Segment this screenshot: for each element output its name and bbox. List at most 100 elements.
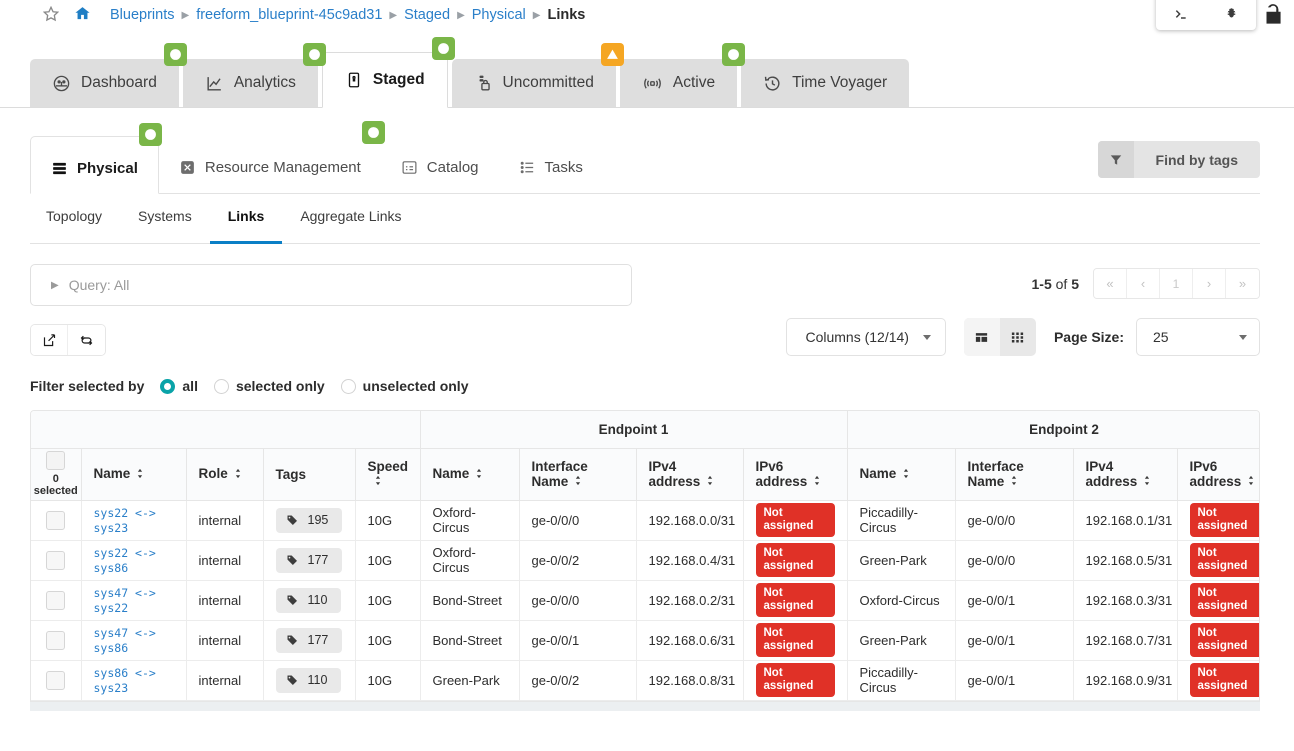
secondary-tab-label: Physical	[77, 160, 138, 177]
next-page-button[interactable]: ›	[1193, 269, 1226, 298]
sort-arrows-icon[interactable]	[574, 474, 582, 489]
filter-radio-unselected-only[interactable]: unselected only	[341, 378, 469, 394]
table-view-icon[interactable]	[964, 318, 1000, 356]
tag-chip[interactable]: 177	[276, 548, 343, 573]
filter-radio-selected-only[interactable]: selected only	[214, 378, 325, 394]
column-header-3-speed[interactable]: Speed	[355, 448, 420, 500]
table-row[interactable]: sys47 <-> sys22internal11010GBond-Street…	[31, 580, 1260, 620]
sort-arrows-icon[interactable]	[136, 467, 144, 482]
sort-arrows-icon[interactable]	[813, 474, 821, 489]
find-by-tags-button[interactable]: Find by tags	[1098, 141, 1260, 178]
favorite-star-icon[interactable]	[43, 6, 59, 22]
selected-count: 0 selected	[31, 473, 81, 497]
secondary-tab-catalog[interactable]: Catalog	[381, 135, 499, 193]
primary-tab-dashboard[interactable]: Dashboard	[30, 59, 179, 107]
refresh-button[interactable]	[68, 325, 105, 355]
row-checkbox[interactable]	[46, 511, 65, 530]
link-name-link[interactable]: sys22 <-> sys86	[94, 546, 156, 575]
cell-ep2-ipv6: Not assigned	[1177, 660, 1260, 700]
link-name-link[interactable]: sys22 <-> sys23	[94, 506, 156, 535]
select-all-checkbox[interactable]	[46, 451, 65, 470]
breadcrumb-item-3[interactable]: Physical	[472, 7, 526, 23]
secondary-tab-physical[interactable]: Physical	[30, 136, 159, 194]
filter-radio-all[interactable]: all	[160, 378, 198, 394]
column-header-5-interface-name[interactable]: Interface Name	[519, 448, 636, 500]
secondary-tab-resource-management[interactable]: Resource Management	[159, 135, 381, 193]
sub-tab-systems[interactable]: Systems	[120, 208, 210, 243]
columns-selector[interactable]: Columns (12/14)	[786, 318, 946, 356]
breadcrumb-item-2[interactable]: Staged	[404, 7, 450, 23]
cell-speed: 10G	[355, 620, 420, 660]
table-row[interactable]: sys86 <-> sys23internal11010GGreen-Parkg…	[31, 660, 1260, 700]
query-text: Query: All	[69, 277, 130, 293]
secondary-tab-tasks[interactable]: Tasks	[499, 135, 603, 193]
page-size-select[interactable]: 25	[1136, 318, 1260, 356]
table-group-header-row: Endpoint 1Endpoint 2	[31, 411, 1260, 448]
history-clock-icon	[763, 74, 782, 93]
link-name-link[interactable]: sys47 <-> sys22	[94, 586, 156, 615]
column-header-4-name[interactable]: Name	[420, 448, 519, 500]
breadcrumb-item-1[interactable]: freeform_blueprint-45c9ad31	[196, 7, 382, 23]
sort-arrows-icon[interactable]	[234, 467, 242, 482]
row-checkbox[interactable]	[46, 671, 65, 690]
row-select-cell	[31, 540, 81, 580]
table-row[interactable]: sys47 <-> sys86internal17710GBond-Street…	[31, 620, 1260, 660]
last-page-button[interactable]: »	[1226, 269, 1259, 298]
tag-chip[interactable]: 110	[276, 588, 342, 613]
primary-tab-time-voyager[interactable]: Time Voyager	[741, 59, 909, 107]
link-name-link[interactable]: sys47 <-> sys86	[94, 626, 156, 655]
row-checkbox[interactable]	[46, 551, 65, 570]
primary-tab-label: Time Voyager	[792, 74, 887, 92]
column-header-7-ipv6-address[interactable]: IPv6 address	[743, 448, 847, 500]
grid-view-icon[interactable]	[1000, 318, 1036, 356]
page-1-button[interactable]: 1	[1160, 269, 1193, 298]
tag-count: 110	[308, 593, 328, 607]
row-checkbox[interactable]	[46, 591, 65, 610]
prev-page-button[interactable]: ‹	[1127, 269, 1160, 298]
primary-tab-analytics[interactable]: Analytics	[183, 59, 318, 107]
sort-arrows-icon[interactable]	[1010, 474, 1018, 489]
column-header-10-ipv4-address[interactable]: IPv4 address	[1073, 448, 1177, 500]
radio-button-icon[interactable]	[341, 379, 356, 394]
sort-arrows-icon[interactable]	[706, 474, 714, 489]
query-input[interactable]: ▶ Query: All	[30, 264, 632, 306]
terminal-icon[interactable]	[1173, 6, 1189, 22]
tag-chip[interactable]: 110	[276, 668, 342, 693]
sort-arrows-icon[interactable]	[475, 467, 483, 482]
breadcrumb-item-0[interactable]: Blueprints	[110, 7, 174, 23]
radio-button-icon[interactable]	[214, 379, 229, 394]
sub-tab-aggregate-links[interactable]: Aggregate Links	[282, 208, 419, 243]
sort-arrows-icon[interactable]	[902, 467, 910, 482]
primary-tab-staged[interactable]: Staged	[322, 52, 448, 108]
tag-chip[interactable]: 177	[276, 628, 343, 653]
cell-ep1-name: Oxford-Circus	[420, 540, 519, 580]
link-name-link[interactable]: sys86 <-> sys23	[94, 666, 156, 695]
column-header-8-name[interactable]: Name	[847, 448, 955, 500]
bug-icon[interactable]	[1224, 7, 1239, 22]
column-header-6-ipv4-address[interactable]: IPv4 address	[636, 448, 743, 500]
row-checkbox[interactable]	[46, 631, 65, 650]
sort-arrows-icon[interactable]	[1143, 474, 1151, 489]
column-header-11-ipv6-address[interactable]: IPv6 address	[1177, 448, 1260, 500]
cell-link-name: sys22 <-> sys23	[81, 500, 186, 540]
first-page-button[interactable]: «	[1094, 269, 1127, 298]
sort-arrows-icon[interactable]	[1247, 474, 1255, 489]
column-header-label: IPv4 address	[649, 459, 701, 489]
cell-role: internal	[186, 660, 263, 700]
primary-tab-active[interactable]: Active	[620, 59, 737, 107]
table-row[interactable]: sys22 <-> sys23internal19510GOxford-Circ…	[31, 500, 1260, 540]
sort-arrows-icon[interactable]	[374, 474, 382, 489]
edit-button[interactable]	[31, 325, 68, 355]
sub-tab-topology[interactable]: Topology	[30, 208, 120, 243]
column-header-9-interface-name[interactable]: Interface Name	[955, 448, 1073, 500]
unlocked-padlock-icon[interactable]	[1260, 2, 1286, 28]
column-header-1-role[interactable]: Role	[186, 448, 263, 500]
radio-button-icon[interactable]	[160, 379, 175, 394]
status-badge-not-assigned: Not assigned	[756, 623, 835, 656]
primary-tab-uncommitted[interactable]: Uncommitted	[452, 59, 616, 107]
tag-chip[interactable]: 195	[276, 508, 343, 533]
sub-tab-links[interactable]: Links	[210, 208, 283, 243]
home-icon[interactable]	[74, 5, 91, 22]
column-header-0-name[interactable]: Name	[81, 448, 186, 500]
table-row[interactable]: sys22 <-> sys86internal17710GOxford-Circ…	[31, 540, 1260, 580]
